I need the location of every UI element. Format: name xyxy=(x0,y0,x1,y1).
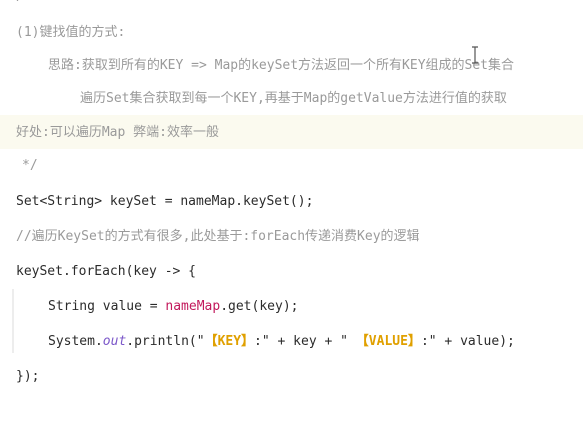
system-text: System. xyxy=(48,334,103,349)
comment-title: (1)键找值的方式: xyxy=(16,25,126,40)
println-call-text: .println(" xyxy=(126,334,205,349)
out-static-field: out xyxy=(102,334,127,349)
indent-guide xyxy=(12,289,14,353)
code-line-keyset: Set<String> keySet = nameMap.keySet(); xyxy=(16,194,314,209)
comment-foreach: //遍历KeySet的方式有很多,此处基于:forEach传递消费Key的逻辑 xyxy=(16,229,420,244)
get-call-text: .get(key); xyxy=(220,299,299,314)
println-end-text: :" + value); xyxy=(420,334,515,349)
comment-fragment-top: / xyxy=(16,0,24,6)
namemap-field: nameMap xyxy=(165,299,221,314)
comment-pros-cons: 好处:可以遍历Map 弊端:效率一般 xyxy=(16,125,219,140)
value-tag: 【VALUE】 xyxy=(355,334,421,349)
println-middle-text: :" + key + " xyxy=(254,334,356,349)
text-cursor-icon xyxy=(472,46,478,64)
key-tag: 【KEY】 xyxy=(204,334,255,349)
comment-end: */ xyxy=(22,158,38,173)
comment-idea-line-1: 思路:获取到所有的KEY => Map的keySet方法返回一个所有KEY组成的… xyxy=(48,58,515,73)
code-line-println: System.out.println("【KEY】:" + key + " 【V… xyxy=(48,333,515,351)
value-decl-text: String value = xyxy=(48,299,166,314)
code-line-close: }); xyxy=(16,369,40,384)
code-line-foreach-open: keySet.forEach(key -> { xyxy=(16,264,197,279)
comment-idea-line-2: 遍历Set集合获取到每一个KEY,再基于Map的getValue方法进行值的获取 xyxy=(80,91,507,106)
code-line-value: String value = nameMap.get(key); xyxy=(48,298,298,316)
